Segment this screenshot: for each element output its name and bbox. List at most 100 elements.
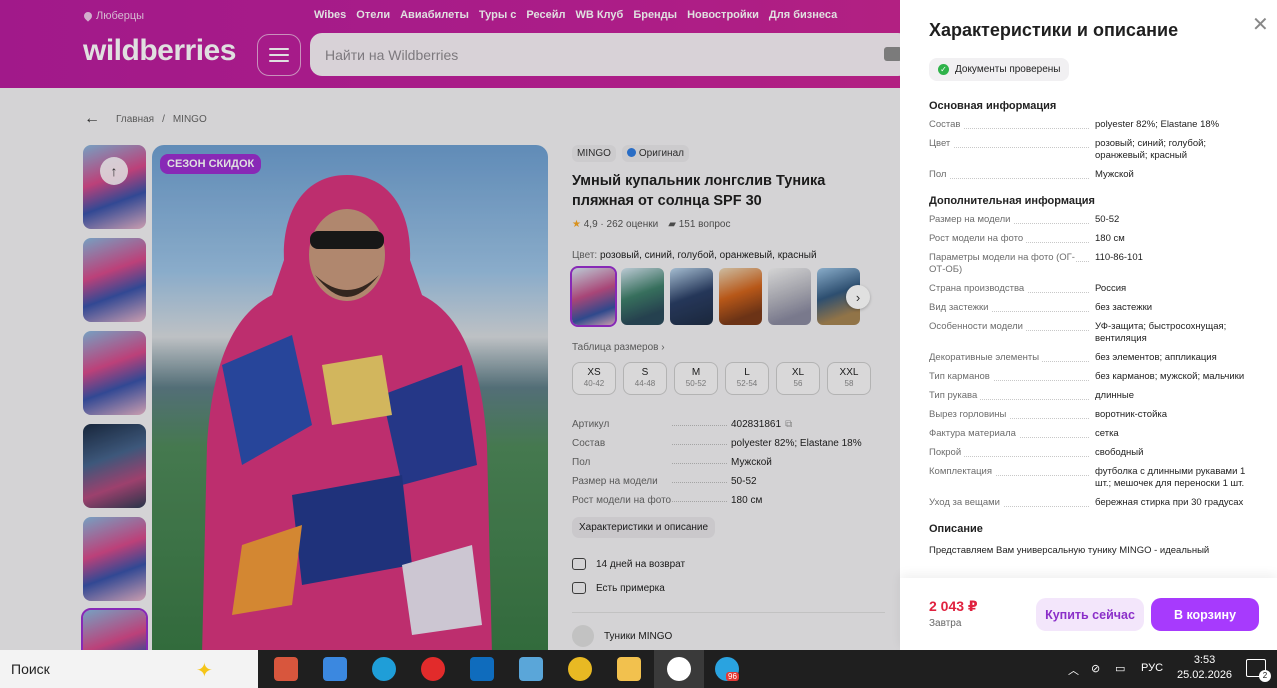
size-option[interactable]: S 44-48 [623,362,667,395]
nav-item[interactable]: Отели [356,9,390,21]
product-info: MINGO Оригинал Умный купальник лонгслив … [570,145,887,647]
size-label: XL [791,367,805,378]
panel-title: Характеристики и описание [929,20,1179,40]
copilot-icon[interactable]: ✦ [196,658,213,683]
nav-item[interactable]: Wibes [314,9,346,21]
questions-link[interactable]: ▰ 151 вопрос [668,219,730,230]
thumbnail[interactable] [83,517,146,601]
char-key-text: Декоративные элементы [929,352,1043,363]
size-option[interactable]: XS 40-42 [572,362,616,395]
color-value: розовый, синий, голубой, оранжевый, крас… [599,250,817,261]
char-value: Мужской [1095,169,1134,180]
back-arrow-icon[interactable]: ← [84,110,100,128]
outlook-icon[interactable] [470,657,494,681]
char-value: розовый; синий; голубой; оранжевый; крас… [1095,138,1207,161]
taskbar-search[interactable]: Поиск ✦ [0,650,258,688]
location[interactable]: Люберцы [82,10,144,22]
nav-item[interactable]: Авиабилеты [400,9,469,21]
size-option[interactable]: L 52-54 [725,362,769,395]
nav-item[interactable]: Туры с [479,9,517,21]
thumbnail[interactable] [83,424,146,508]
section-title: Описание [929,523,983,535]
battery-icon[interactable]: ▭ [1115,662,1125,675]
add-to-cart-button[interactable]: В корзину [1151,598,1259,631]
network-off-icon[interactable]: ⊘ [1091,662,1100,675]
thumbnail[interactable] [83,238,146,322]
size-option[interactable]: M 50-52 [674,362,718,395]
thumbnail[interactable]: ↑ [83,145,146,229]
brand-link[interactable]: MINGO [572,145,616,162]
size-option[interactable]: XXL 58 [827,362,871,395]
color-swatch-selected[interactable] [570,266,617,327]
yandex-browser-icon[interactable] [667,657,691,681]
panel-body: Основная информация Состав polyester 82%;… [929,100,1257,576]
copy-icon[interactable]: ⧉ [785,419,792,430]
breadcrumb-brand[interactable]: MINGO [173,114,207,125]
nav-item[interactable]: Ресейл [526,9,565,21]
thumbnail-selected[interactable] [81,608,148,650]
size-ru: 44-48 [634,379,656,388]
breadcrumb: ← Главная / MINGO [84,110,207,128]
check-icon: ✓ [938,64,949,75]
char-row: Рост модели на фото 180 см [929,233,1257,245]
char-key-text: Тип карманов [929,371,993,382]
tag-icon [572,625,594,647]
char-key: Тип карманов [929,371,1095,383]
char-row: Тип карманов без карманов; мужской; мальч… [929,371,1257,383]
buy-now-button[interactable]: Купить сейчас [1036,598,1144,631]
breadcrumb-home[interactable]: Главная [116,114,154,125]
nav-item[interactable]: Бренды [633,9,677,21]
spec-value: Мужской [731,457,772,468]
description-body: Представляем Вам универсальную тунику MI… [929,545,1210,556]
char-row: Тип рукава длинные [929,390,1257,402]
size-ru: 50-52 [685,379,707,388]
menu-icon[interactable] [257,34,301,76]
return-icon [572,558,586,570]
char-row: Пол Мужской [929,169,1257,181]
category-link[interactable]: Туники MINGO [572,625,887,647]
clock[interactable]: 3:53 25.02.2026 [1177,653,1232,683]
size-label: L [744,367,750,378]
nav-item[interactable]: WB Клуб [575,9,623,21]
chevron-up-icon[interactable]: ︿ [1068,662,1079,678]
main-product-image[interactable]: СЕЗОН СКИДОК [152,145,548,650]
location-pin-icon [82,10,94,22]
characteristics-button[interactable]: Характеристики и описание [572,517,716,538]
spec-key: Рост модели на фото [572,495,731,506]
short-specs: Артикул 402831861 ⧉ Состав polyester 82%; E… [572,415,887,510]
logo[interactable]: wildberries [83,34,236,68]
file-explorer-icon[interactable] [617,657,641,681]
char-key-text: Страна производства [929,283,1028,294]
nav-item[interactable]: Новостройки [687,9,759,21]
delivery-date: Завтра [929,618,962,629]
notification-icon[interactable]: 2 [1246,659,1271,682]
nav-item[interactable]: Для бизнеса [769,9,837,21]
search-input[interactable]: Найти на Wildberries [310,33,910,76]
char-key-text: Параметры модели на фото (ОГ-ОТ-ОБ) [929,252,1075,275]
char-value: без элементов; аппликация [1095,352,1217,363]
size-option[interactable]: XL 56 [776,362,820,395]
color-swatch[interactable] [719,268,762,325]
windows-taskbar: Поиск ✦ 96 ︿ ⊘ ▭ РУС 3:53 25.02.2026 2 [0,650,1277,688]
color-swatch[interactable] [670,268,713,325]
arrow-up-icon[interactable]: ↑ [100,157,128,185]
size-label: S [641,367,649,378]
store-icon[interactable] [323,657,347,681]
article-number[interactable]: 402831861 [731,419,781,430]
language-indicator[interactable]: РУС [1141,662,1163,674]
thumbnail[interactable] [83,331,146,415]
spec-key: Артикул [572,419,731,430]
size-table-link[interactable]: Таблица размеров › [572,342,887,353]
char-row: Параметры модели на фото (ОГ-ОТ-ОБ) 110-8… [929,252,1257,276]
media-player-icon[interactable] [274,657,298,681]
chevron-right-icon[interactable]: › [846,285,870,309]
color-swatch[interactable] [621,268,664,325]
edge-icon[interactable] [372,657,396,681]
rating[interactable]: ★ 4,9 · 262 оценки [572,219,658,230]
time: 3:53 [1193,654,1216,666]
yandex-icon[interactable] [421,657,445,681]
chrome-icon[interactable] [568,657,592,681]
color-swatch[interactable] [768,268,811,325]
close-icon[interactable]: ✕ [1252,12,1269,37]
app-icon[interactable] [519,657,543,681]
